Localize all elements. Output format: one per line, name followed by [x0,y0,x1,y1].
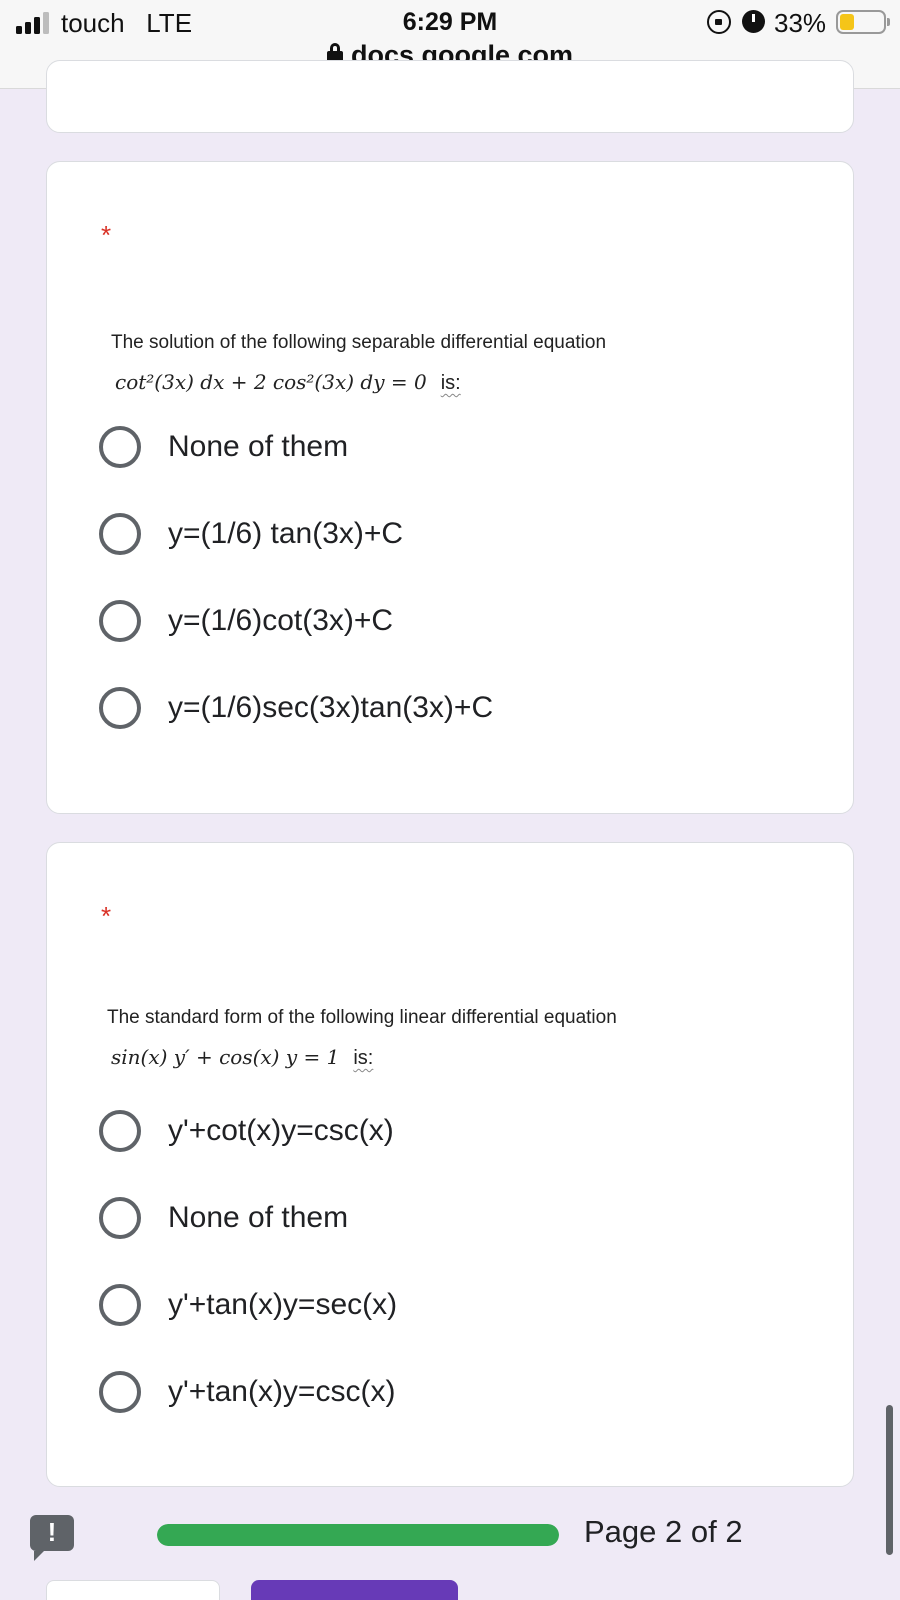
question-equation: sin(x) y′ + cos(x) y = 1 is: [111,1045,374,1069]
question-text: The solution of the following separable … [111,332,607,353]
option-tan[interactable]: y=(1/6) tan(3x)+C [99,512,799,556]
progress-bar [157,1524,559,1546]
question-card: * The standard form of the following lin… [46,842,854,1487]
report-abuse-icon[interactable]: ! [30,1515,74,1561]
option-label: y=(1/6) tan(3x)+C [168,517,404,550]
option-tan-sec[interactable]: y'+tan(x)y=sec(x) [99,1283,799,1327]
clock: 6:29 PM [402,8,498,36]
radio-button[interactable] [99,513,141,555]
rotation-lock-icon [707,10,731,34]
alarm-icon [742,10,765,33]
previous-question-card [46,60,854,133]
option-label: y'+tan(x)y=csc(x) [168,1375,396,1408]
radio-button[interactable] [99,687,141,729]
question-card: * The solution of the following separabl… [46,161,854,814]
back-button[interactable] [46,1580,220,1600]
option-label: y=(1/6)sec(3x)tan(3x)+C [168,691,494,724]
page-indicator: Page 2 of 2 [584,1514,743,1549]
question-equation: cot²(3x) dx + 2 cos²(3x) dy = 0 is: [115,370,461,394]
required-asterisk: * [101,901,112,931]
progress-fill [157,1524,559,1546]
option-label: y=(1/6)cot(3x)+C [168,604,394,637]
radio-button[interactable] [99,1197,141,1239]
radio-button[interactable] [99,426,141,468]
scrollbar[interactable] [886,1405,893,1555]
option-cot-csc[interactable]: y'+cot(x)y=csc(x) [99,1109,799,1153]
radio-button[interactable] [99,1110,141,1152]
option-label: None of them [168,1201,349,1234]
option-label: None of them [168,430,349,463]
radio-button[interactable] [99,1371,141,1413]
option-none-of-them[interactable]: None of them [99,425,799,469]
required-asterisk: * [101,220,112,250]
option-label: y'+tan(x)y=sec(x) [168,1288,398,1321]
radio-button[interactable] [99,600,141,642]
radio-button[interactable] [99,1284,141,1326]
option-cot[interactable]: y=(1/6)cot(3x)+C [99,599,799,643]
question-text: The standard form of the following linea… [107,1007,617,1028]
submit-button[interactable] [251,1580,458,1600]
battery-icon [836,10,890,34]
option-sec-tan[interactable]: y=(1/6)sec(3x)tan(3x)+C [99,686,799,730]
option-label: y'+cot(x)y=csc(x) [168,1114,394,1147]
battery-percent: 33% [774,8,827,38]
option-tan-csc[interactable]: y'+tan(x)y=csc(x) [99,1370,799,1414]
option-none-of-them[interactable]: None of them [99,1196,799,1240]
